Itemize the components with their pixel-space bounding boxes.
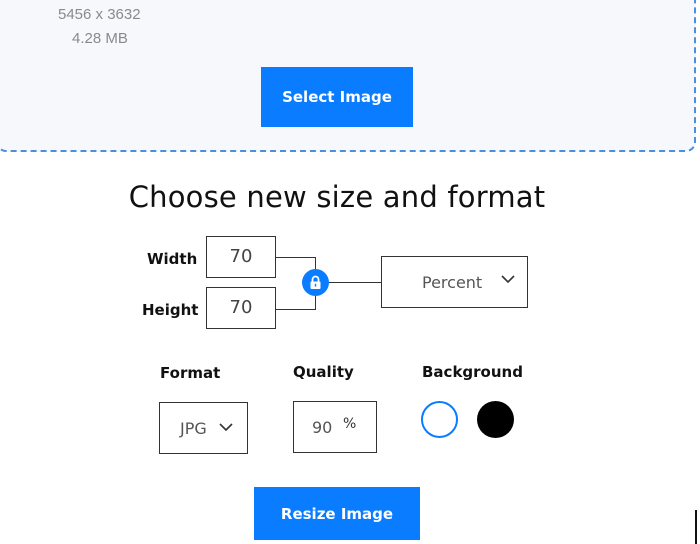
quality-percent-unit: % (343, 416, 357, 432)
format-label: Format (160, 364, 221, 382)
unit-select[interactable]: Percent (381, 256, 528, 308)
quality-value: 90 (312, 418, 333, 437)
lock-connector-right-lower (315, 296, 316, 309)
section-title: Choose new size and format (128, 180, 546, 214)
lock-connector-to-unit (329, 282, 381, 283)
unit-selected-value: Percent (422, 272, 483, 292)
background-black-swatch[interactable] (477, 401, 514, 438)
chevron-down-icon (501, 275, 515, 284)
lock-connector-top (276, 257, 316, 258)
select-image-button[interactable]: Select Image (261, 67, 413, 127)
format-select[interactable]: JPG (159, 402, 248, 454)
lock-connector-bottom (276, 309, 316, 310)
height-label: Height (142, 301, 199, 319)
lock-icon (310, 275, 321, 289)
background-label: Background (422, 363, 523, 381)
scrollbar[interactable] (695, 510, 697, 544)
quality-label: Quality (293, 363, 354, 381)
width-label: Width (147, 250, 198, 268)
height-input[interactable]: 70 (206, 287, 276, 329)
chevron-down-icon (219, 423, 233, 432)
aspect-lock-button[interactable] (302, 269, 329, 296)
image-dimensions: 5456 x 3632 (58, 6, 141, 23)
format-selected-value: JPG (180, 419, 207, 438)
width-input[interactable]: 70 (206, 236, 276, 278)
background-white-swatch[interactable] (421, 401, 458, 438)
quality-input[interactable]: 90 % (293, 401, 377, 453)
resize-image-button[interactable]: Resize Image (254, 487, 420, 540)
image-file-size: 4.28 MB (72, 30, 128, 47)
